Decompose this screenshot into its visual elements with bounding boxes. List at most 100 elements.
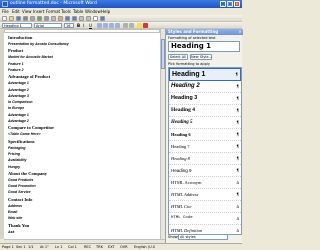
style-type-icon: ¶ — [236, 84, 239, 89]
underline-icon[interactable]: U — [89, 23, 94, 28]
doc-line[interactable]: In Europe — [8, 106, 24, 111]
doc-line[interactable]: Pricing — [8, 152, 20, 157]
justify-icon[interactable] — [115, 23, 120, 28]
doc-line[interactable]: Hungry — [8, 165, 20, 170]
pane-title: Styles and Formatting — [168, 29, 219, 34]
style-item[interactable]: Heading 5 ¶ — [169, 117, 241, 129]
font-color-icon[interactable] — [143, 23, 148, 28]
menu-insert[interactable]: Insert — [33, 9, 44, 14]
doc-line[interactable]: Advantage 2 — [8, 88, 29, 93]
menu-view[interactable]: View — [22, 9, 32, 14]
show-select[interactable]: All styles — [178, 234, 228, 240]
style-type-icon: ¶ — [236, 132, 239, 137]
doc-line[interactable]: Feature 2 — [8, 68, 24, 73]
help-icon[interactable] — [100, 16, 105, 21]
paste-icon[interactable] — [58, 16, 63, 21]
new-style-button[interactable]: New Style... — [190, 54, 212, 60]
cut-icon[interactable] — [44, 16, 49, 21]
spelling-icon[interactable] — [37, 16, 42, 21]
style-item[interactable]: Heading 9 ¶ — [169, 165, 241, 177]
doc-line[interactable]: Advantage 1 — [8, 113, 29, 118]
menu-window[interactable]: Window — [85, 9, 101, 14]
doc-line[interactable]: Packaging — [8, 146, 26, 151]
minimize-button[interactable]: _ — [220, 1, 226, 7]
style-select[interactable]: Heading 1 — [2, 23, 32, 28]
style-type-icon: ¶ — [236, 168, 239, 173]
menu-edit[interactable]: Edit — [12, 9, 20, 14]
menu-file[interactable]: File — [2, 9, 9, 14]
style-list[interactable]: Heading 1 ¶ Heading 2 ¶ Heading 3 ¶ Heading 4 ¶… — [168, 67, 242, 235]
doc-line[interactable]: Good Promotion — [8, 184, 36, 189]
style-item[interactable]: HTML Code a — [169, 213, 241, 225]
align-right-icon[interactable] — [109, 23, 114, 28]
doc-line[interactable]: Ask — [8, 230, 14, 235]
doc-line[interactable]: Address — [8, 204, 22, 209]
style-item[interactable]: Heading 6 ¶ — [169, 129, 241, 141]
select-all-button[interactable]: Select All — [168, 54, 188, 60]
print-icon[interactable] — [23, 16, 28, 21]
style-label: Heading 3 — [171, 95, 198, 101]
style-item[interactable]: HTML Cite a — [169, 201, 241, 213]
table-icon[interactable] — [79, 16, 84, 21]
style-item[interactable]: Heading 1 ¶ — [169, 68, 241, 81]
columns-icon[interactable] — [86, 16, 91, 21]
doc-line[interactable]: Feature 1 — [8, 62, 24, 67]
copy-icon[interactable] — [51, 16, 56, 21]
style-item[interactable]: HTML Acronym a — [169, 177, 241, 189]
pane-close-icon[interactable]: × — [238, 30, 242, 34]
doc-line[interactable]: Advantage 3 — [8, 94, 29, 99]
doc-line[interactable]: In Comparison — [8, 100, 33, 105]
align-center-icon[interactable] — [103, 23, 108, 28]
close-button[interactable]: × — [234, 1, 240, 7]
doc-line[interactable]: Web site — [8, 216, 22, 221]
doc-line[interactable]: Contact Info — [8, 197, 32, 202]
status-item: Ln 1 — [55, 245, 63, 249]
doc-line[interactable]: Introduction — [8, 35, 32, 40]
doc-line[interactable]: Good Products — [8, 178, 33, 183]
bullets-icon[interactable] — [129, 23, 134, 28]
doc-line[interactable]: Email — [8, 210, 17, 215]
style-label: Heading 4 — [171, 107, 195, 113]
undo-icon[interactable] — [65, 16, 70, 21]
style-item[interactable]: Heading 7 ¶ — [169, 141, 241, 153]
style-item[interactable]: Heading 8 ¶ — [169, 153, 241, 165]
doc-line[interactable]: Specifications — [8, 139, 35, 144]
doc-line[interactable]: Thank You — [8, 223, 29, 228]
doc-line[interactable]: Product — [8, 48, 23, 53]
style-item[interactable]: Heading 3 ¶ — [169, 93, 241, 105]
save-icon[interactable] — [16, 16, 21, 21]
doc-line[interactable]: Advantage 2 — [8, 119, 29, 124]
document-area[interactable]: Introduction Presentation by Acosta Consu… — [4, 33, 160, 239]
menu-help[interactable]: Help — [101, 9, 110, 14]
italic-icon[interactable]: I — [83, 23, 88, 28]
align-left-icon[interactable] — [97, 23, 102, 28]
bold-icon[interactable]: B — [77, 23, 82, 28]
doc-line[interactable]: Market for Acoustic Market — [8, 55, 53, 60]
menu-format[interactable]: Format — [46, 9, 60, 14]
numbering-icon[interactable] — [123, 23, 128, 28]
redo-icon[interactable] — [72, 16, 77, 21]
style-item[interactable]: Heading 2 ¶ — [169, 81, 241, 93]
style-item[interactable]: Heading 4 ¶ — [169, 105, 241, 117]
font-select[interactable]: Arial — [34, 23, 62, 28]
doc-line[interactable]: Compare to Competitor — [8, 125, 54, 130]
doc-line[interactable]: Good Service — [8, 190, 31, 195]
highlight-icon[interactable] — [137, 23, 142, 28]
doc-line[interactable]: About the Company — [8, 171, 47, 176]
maximize-button[interactable]: □ — [227, 1, 233, 7]
menu-tools[interactable]: Tools — [61, 9, 71, 14]
word-app-icon[interactable] — [2, 1, 8, 7]
doc-line[interactable]: Presentation by Acosta Consultancy — [8, 42, 69, 47]
menu-table[interactable]: Table — [73, 9, 83, 14]
current-style-box[interactable]: Heading 1 — [168, 41, 240, 52]
zoom-icon[interactable] — [93, 16, 98, 21]
font-size-select[interactable]: 16 — [64, 23, 74, 28]
style-item[interactable]: HTML Address ¶ — [169, 189, 241, 201]
doc-line[interactable]: Advantage of Product — [8, 74, 50, 79]
open-icon[interactable] — [9, 16, 14, 21]
preview-icon[interactable] — [30, 16, 35, 21]
doc-line[interactable]: Advantage 1 — [8, 81, 29, 86]
new-doc-icon[interactable] — [2, 16, 7, 21]
doc-line[interactable]: <Table Game Here> — [8, 132, 41, 137]
doc-line[interactable]: Availability — [8, 158, 26, 163]
